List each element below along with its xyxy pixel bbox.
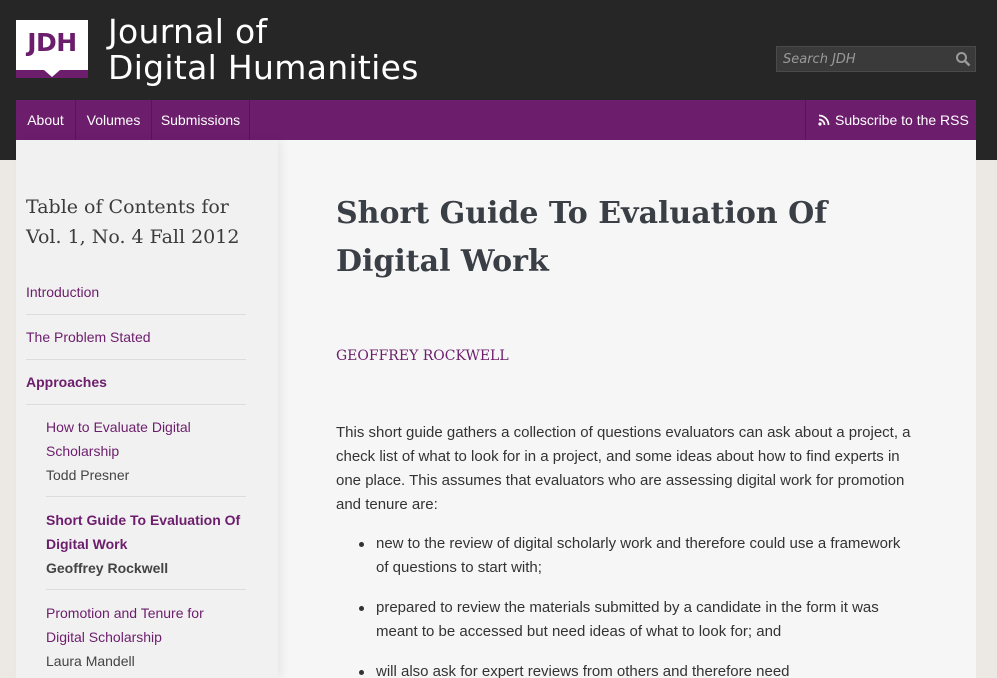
logo-ribbon: [16, 70, 88, 78]
article-author[interactable]: GEOFFREY ROCKWELL: [336, 348, 509, 364]
toc-article-author: Todd Presner: [46, 467, 130, 483]
toc-article-title: How to Evaluate Digital Scholarship: [46, 419, 191, 459]
site-title-line2: Digital Humanities: [108, 48, 419, 87]
toc-article-item-current[interactable]: Short Guide To Evaluation Of Digital Wor…: [46, 508, 246, 590]
toc-article-item[interactable]: How to Evaluate Digital Scholarship Todd…: [46, 415, 246, 497]
subscribe-rss-link[interactable]: Subscribe to the RSS: [805, 100, 976, 140]
nav-about[interactable]: About: [16, 100, 76, 140]
jdh-logo[interactable]: JDH: [16, 20, 88, 70]
toc-article-title: Short Guide To Evaluation Of Digital Wor…: [46, 512, 241, 552]
list-item: new to the review of digital scholarly w…: [356, 532, 911, 580]
article-bullet-list: new to the review of digital scholarly w…: [356, 532, 911, 678]
list-item: will also ask for expert reviews from ot…: [356, 660, 911, 678]
toc-section-introduction[interactable]: Introduction: [26, 280, 246, 315]
nav-submissions[interactable]: Submissions: [152, 100, 250, 140]
site-title[interactable]: Journal of Digital Humanities: [108, 14, 419, 86]
main-nav: About Volumes Submissions Subscribe to t…: [16, 100, 976, 140]
toc-title: Table of Contents for Vol. 1, No. 4 Fall…: [26, 196, 240, 248]
toc-article-author: Geoffrey Rockwell: [46, 560, 169, 576]
search-icon[interactable]: [955, 51, 971, 67]
toc-article-author: Laura Mandell: [46, 653, 135, 669]
search-box: [776, 46, 976, 72]
logo-text: JDH: [27, 28, 77, 57]
toc-sidebar: Table of Contents for Vol. 1, No. 4 Fall…: [16, 140, 278, 678]
article-intro: This short guide gathers a collection of…: [336, 424, 911, 513]
search-input[interactable]: [777, 47, 947, 71]
rss-label: Subscribe to the RSS: [835, 112, 969, 128]
list-item: prepared to review the materials submitt…: [356, 596, 911, 644]
toc-article-title: Promotion and Tenure for Digital Scholar…: [46, 605, 204, 645]
toc-section-approaches[interactable]: Approaches: [26, 370, 246, 405]
main-content-card: Table of Contents for Vol. 1, No. 4 Fall…: [16, 140, 976, 678]
rss-icon: [818, 101, 830, 126]
article-title: Short Guide To Evaluation Of Digital Wor…: [336, 196, 828, 279]
site-title-line1: Journal of: [108, 12, 268, 51]
nav-volumes[interactable]: Volumes: [76, 100, 152, 140]
toc-article-item[interactable]: Promotion and Tenure for Digital Scholar…: [46, 601, 246, 678]
toc-section-problem-stated[interactable]: The Problem Stated: [26, 325, 246, 360]
